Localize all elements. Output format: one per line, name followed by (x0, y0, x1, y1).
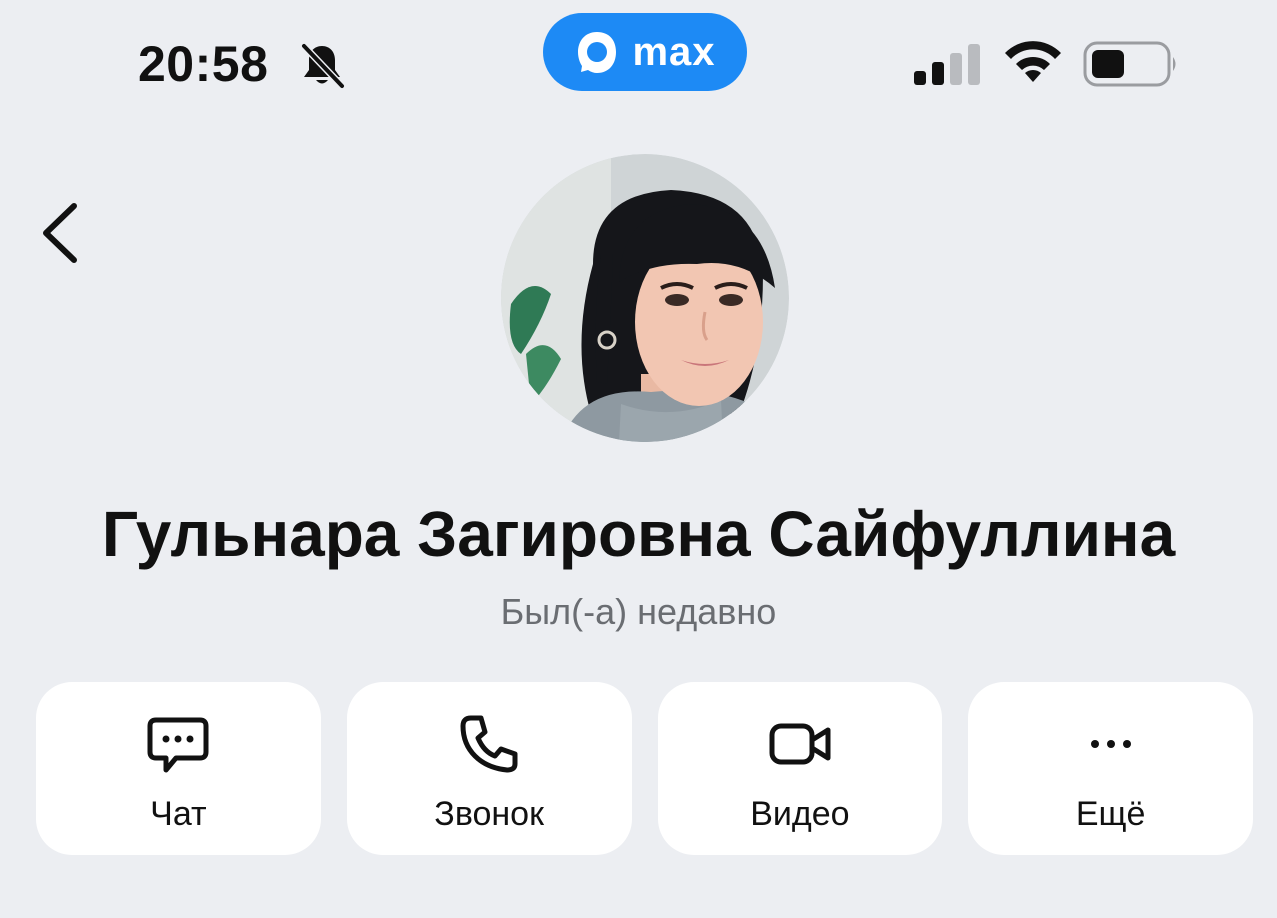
video-label: Видео (750, 795, 850, 833)
bell-slash-icon (300, 42, 346, 90)
last-seen-status: Был(-а) недавно (500, 591, 777, 632)
video-button[interactable]: Видео (657, 682, 943, 855)
phone-icon (460, 715, 518, 773)
chevron-left-icon[interactable] (36, 198, 92, 268)
chat-bubble-icon (147, 717, 209, 773)
action-bar: Чат Звонок Видео Ещё (36, 682, 1253, 855)
more-button[interactable]: Ещё (968, 682, 1253, 855)
wifi-icon (1005, 41, 1061, 82)
app-badge[interactable]: max (543, 13, 747, 91)
app-logo-icon (578, 32, 617, 73)
battery-icon (1083, 41, 1176, 87)
contact-name: Гульнара Загировна Сайфуллина (101, 498, 1176, 570)
status-time: 20:58 (138, 36, 269, 92)
video-camera-icon (769, 723, 831, 765)
chat-button[interactable]: Чат (36, 682, 321, 855)
avatar[interactable] (501, 154, 789, 442)
cellular-signal-icon (914, 44, 980, 85)
call-label: Звонок (434, 795, 544, 833)
call-button[interactable]: Звонок (346, 682, 632, 855)
more-dots-icon (1090, 740, 1131, 748)
chat-label: Чат (150, 795, 207, 833)
app-name: max (632, 30, 716, 74)
more-label: Ещё (1075, 795, 1146, 833)
